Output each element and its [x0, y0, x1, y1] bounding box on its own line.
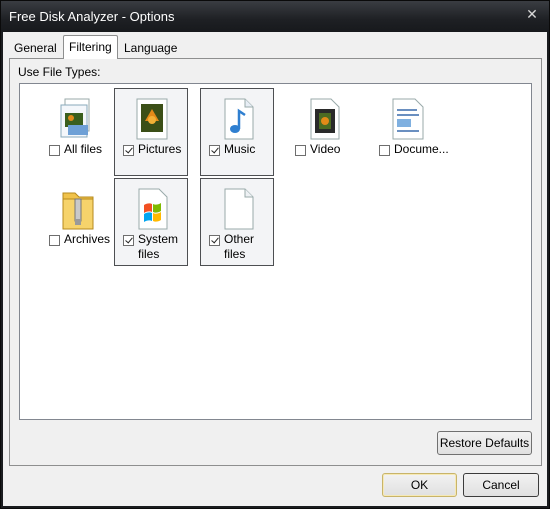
- all-files-icon: [60, 98, 90, 138]
- video-icon: [310, 98, 340, 140]
- music-label: Music: [224, 142, 256, 156]
- list-item-music[interactable]: Music: [200, 88, 274, 176]
- other-files-label: Other files: [224, 232, 255, 261]
- cancel-button[interactable]: Cancel: [463, 473, 539, 497]
- list-item-pictures[interactable]: Pictures: [114, 88, 188, 176]
- use-file-types-label: Use File Types:: [18, 65, 101, 79]
- pictures-icon: [136, 98, 168, 140]
- documents-label: Docume...: [394, 142, 449, 156]
- system-files-checkbox[interactable]: [123, 235, 134, 246]
- list-item-all-files[interactable]: All files: [40, 88, 114, 176]
- list-item-video[interactable]: Video: [286, 88, 360, 176]
- tab-language[interactable]: Language: [119, 38, 182, 59]
- documents-icon: [392, 98, 424, 140]
- list-item-archives[interactable]: Archives: [40, 178, 114, 266]
- list-item-system-files[interactable]: System files: [114, 178, 188, 266]
- tab-general[interactable]: General: [9, 38, 62, 59]
- list-item-other-files[interactable]: Other files: [200, 178, 274, 266]
- system-files-label: System files: [138, 232, 179, 261]
- tab-filtering[interactable]: Filtering: [63, 35, 118, 59]
- system-files-icon: [138, 188, 168, 230]
- music-icon: [224, 98, 254, 140]
- pictures-checkbox[interactable]: [123, 145, 134, 156]
- file-types-list[interactable]: All files Pictures Music Video Docume...…: [19, 83, 532, 420]
- window-title: Free Disk Analyzer - Options: [9, 9, 175, 24]
- options-window: Free Disk Analyzer - Options ✕ General F…: [0, 0, 550, 509]
- music-checkbox[interactable]: [209, 145, 220, 156]
- video-label: Video: [310, 142, 341, 156]
- documents-checkbox[interactable]: [379, 145, 390, 156]
- archives-icon: [62, 192, 94, 230]
- other-files-icon: [224, 188, 254, 230]
- ok-button[interactable]: OK: [382, 473, 457, 497]
- dialog-client-area: General Filtering Language Use File Type…: [3, 32, 547, 506]
- archives-checkbox[interactable]: [49, 235, 60, 246]
- title-bar[interactable]: Free Disk Analyzer - Options ✕: [1, 1, 549, 32]
- restore-defaults-button[interactable]: Restore Defaults: [437, 431, 532, 455]
- close-icon[interactable]: ✕: [525, 7, 539, 21]
- filtering-panel: Use File Types: All files Pictures Music…: [9, 58, 542, 466]
- all-files-checkbox[interactable]: [49, 145, 60, 156]
- pictures-label: Pictures: [138, 142, 182, 156]
- other-files-checkbox[interactable]: [209, 235, 220, 246]
- list-item-documents[interactable]: Docume...: [370, 88, 449, 176]
- video-checkbox[interactable]: [295, 145, 306, 156]
